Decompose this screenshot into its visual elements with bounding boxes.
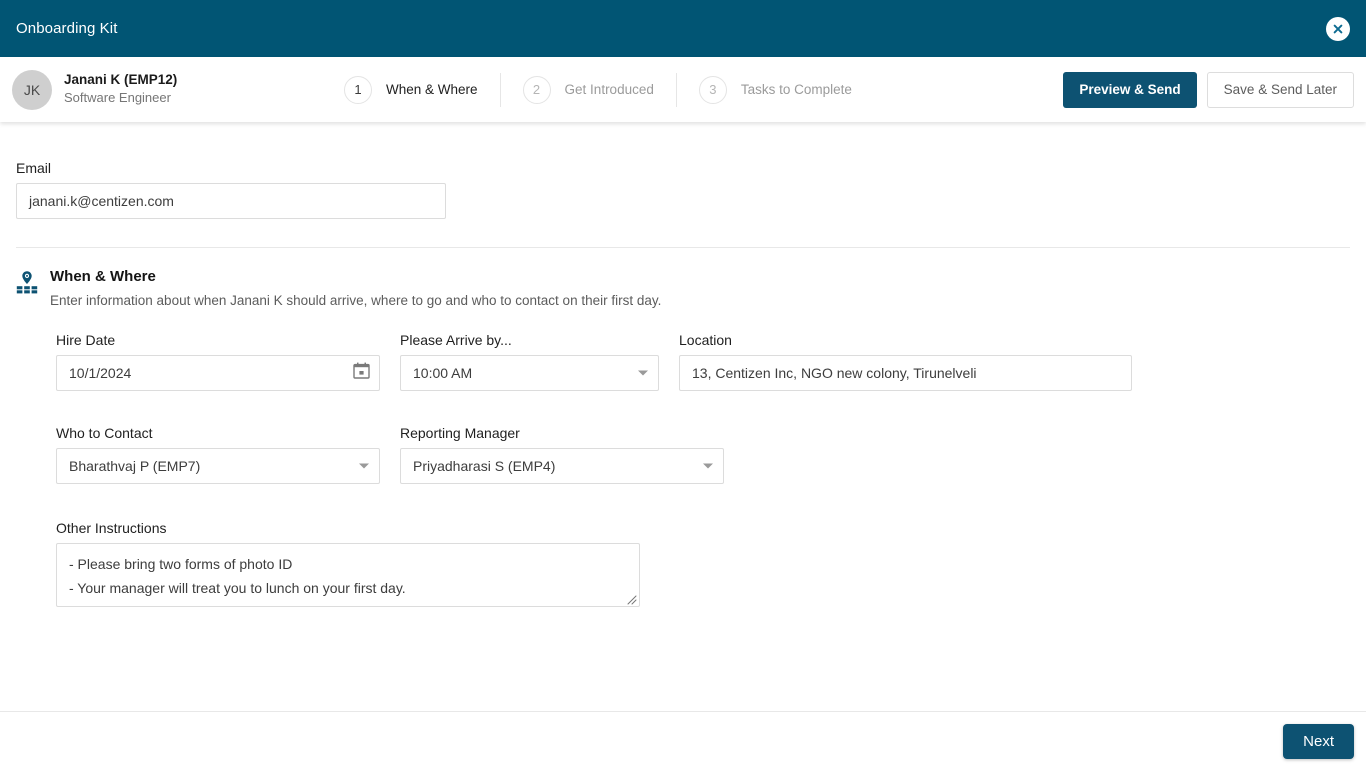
step-tasks-to-complete[interactable]: 3 Tasks to Complete [677,75,874,104]
arrive-by-label: Please Arrive by... [400,332,512,348]
step-get-introduced[interactable]: 2 Get Introduced [501,75,676,104]
header-actions: Preview & Send Save & Send Later [1063,71,1354,108]
form-content: Email janani.k@centizen.com When & Where… [0,122,1366,711]
arrive-by-field-group: Please Arrive by... 10:00 AM [400,332,659,391]
when-and-where-fields: Hire Date 10/1/2024 Please Arrive by... … [56,332,1152,607]
email-label: Email [16,160,52,176]
email-field-group: Email janani.k@centizen.com [16,160,446,219]
step-when-and-where[interactable]: 1 When & Where [322,75,500,104]
step-label: Tasks to Complete [740,82,852,97]
step-label: Get Introduced [564,82,654,97]
preview-and-send-button[interactable]: Preview & Send [1063,71,1197,108]
form-row-1: Hire Date 10/1/2024 Please Arrive by... … [56,332,1152,391]
other-instructions-textarea[interactable]: - Please bring two forms of photo ID - Y… [56,543,640,607]
close-button[interactable] [1326,16,1350,41]
form-row-2: Who to Contact Bharathvaj P (EMP7) Repor… [56,425,1152,484]
employee-name: Janani K (EMP12) [64,72,178,88]
save-and-send-later-button[interactable]: Save & Send Later [1206,71,1354,108]
section-divider [16,247,1350,248]
section-title: When & Where [50,268,156,285]
reporting-manager-field-group: Reporting Manager Priyadharasi S (EMP4) [400,425,724,484]
chevron-down-icon [703,463,713,469]
chevron-down-icon [638,370,648,376]
email-input[interactable]: janani.k@centizen.com [16,183,446,219]
wizard-header: JK Janani K (EMP12) Software Engineer 1 … [0,57,1366,122]
chevron-down-icon [359,463,369,469]
employee-role: Software Engineer [64,90,171,106]
section-description: Enter information about when Janani K sh… [50,293,662,308]
wizard-stepper: 1 When & Where 2 Get Introduced 3 Tasks … [322,72,874,107]
hire-date-field-group: Hire Date 10/1/2024 [56,332,380,391]
calendar-icon[interactable] [353,362,370,384]
avatar: JK [12,69,52,110]
window-title-bar: Onboarding Kit [0,0,1366,57]
reporting-manager-select[interactable]: Priyadharasi S (EMP4) [400,448,724,484]
arrive-by-value: 10:00 AM [413,365,473,381]
location-label: Location [679,332,732,348]
wizard-footer: Next [0,711,1366,768]
who-to-contact-label: Who to Contact [56,425,153,441]
who-to-contact-field-group: Who to Contact Bharathvaj P (EMP7) [56,425,380,484]
step-number: 2 [522,75,551,104]
close-icon [1331,22,1345,36]
other-instructions-field-group: Other Instructions - Please bring two fo… [56,520,640,607]
hire-date-input[interactable]: 10/1/2024 [56,355,380,391]
resize-handle-icon[interactable] [625,592,637,605]
reporting-manager-value: Priyadharasi S (EMP4) [413,458,556,474]
next-button[interactable]: Next [1283,724,1354,759]
map-pin-icon [16,270,38,294]
employee-profile: JK Janani K (EMP12) Software Engineer [12,69,312,110]
step-number: 1 [344,75,372,104]
window-title: Onboarding Kit [16,20,118,37]
location-field-group: Location 13, Centizen Inc, NGO new colon… [679,332,1132,391]
other-instructions-label: Other Instructions [56,520,167,536]
arrive-by-select[interactable]: 10:00 AM [400,355,659,391]
who-to-contact-value: Bharathvaj P (EMP7) [69,458,201,474]
step-label: When & Where [386,82,478,97]
location-input[interactable]: 13, Centizen Inc, NGO new colony, Tirune… [679,355,1132,391]
hire-date-label: Hire Date [56,332,116,348]
who-to-contact-select[interactable]: Bharathvaj P (EMP7) [56,448,380,484]
step-number: 3 [698,75,727,104]
section-header-when-and-where: When & Where Enter information about whe… [16,268,661,308]
form-row-3: Other Instructions - Please bring two fo… [56,520,1152,607]
reporting-manager-label: Reporting Manager [400,425,520,441]
